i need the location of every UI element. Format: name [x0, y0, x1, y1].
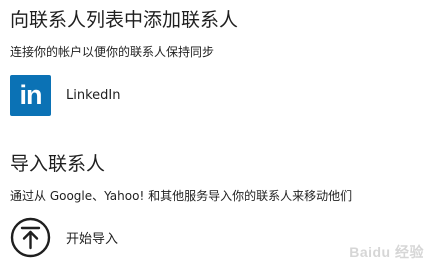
import-contacts-title: 导入联系人 — [10, 153, 106, 175]
import-contacts-description: 通过从 Google、Yahoo! 和其他服务导入你的联系人来移动他们 — [10, 189, 353, 203]
linkedin-icon: in — [10, 74, 51, 116]
upload-arrow-circle-icon — [10, 217, 51, 257]
linkedin-icon-text: in — [19, 79, 43, 110]
add-contacts-description: 连接你的帐户以便你的联系人保持同步 — [10, 45, 215, 59]
add-contacts-title: 向联系人列表中添加联系人 — [10, 9, 239, 31]
linkedin-connect-button[interactable]: in LinkedIn — [10, 74, 120, 116]
start-import-button[interactable]: 开始导入 — [10, 216, 118, 258]
linkedin-label: LinkedIn — [66, 87, 121, 103]
watermark: Baidu 经验 — [349, 244, 424, 260]
start-import-label: 开始导入 — [66, 231, 119, 247]
